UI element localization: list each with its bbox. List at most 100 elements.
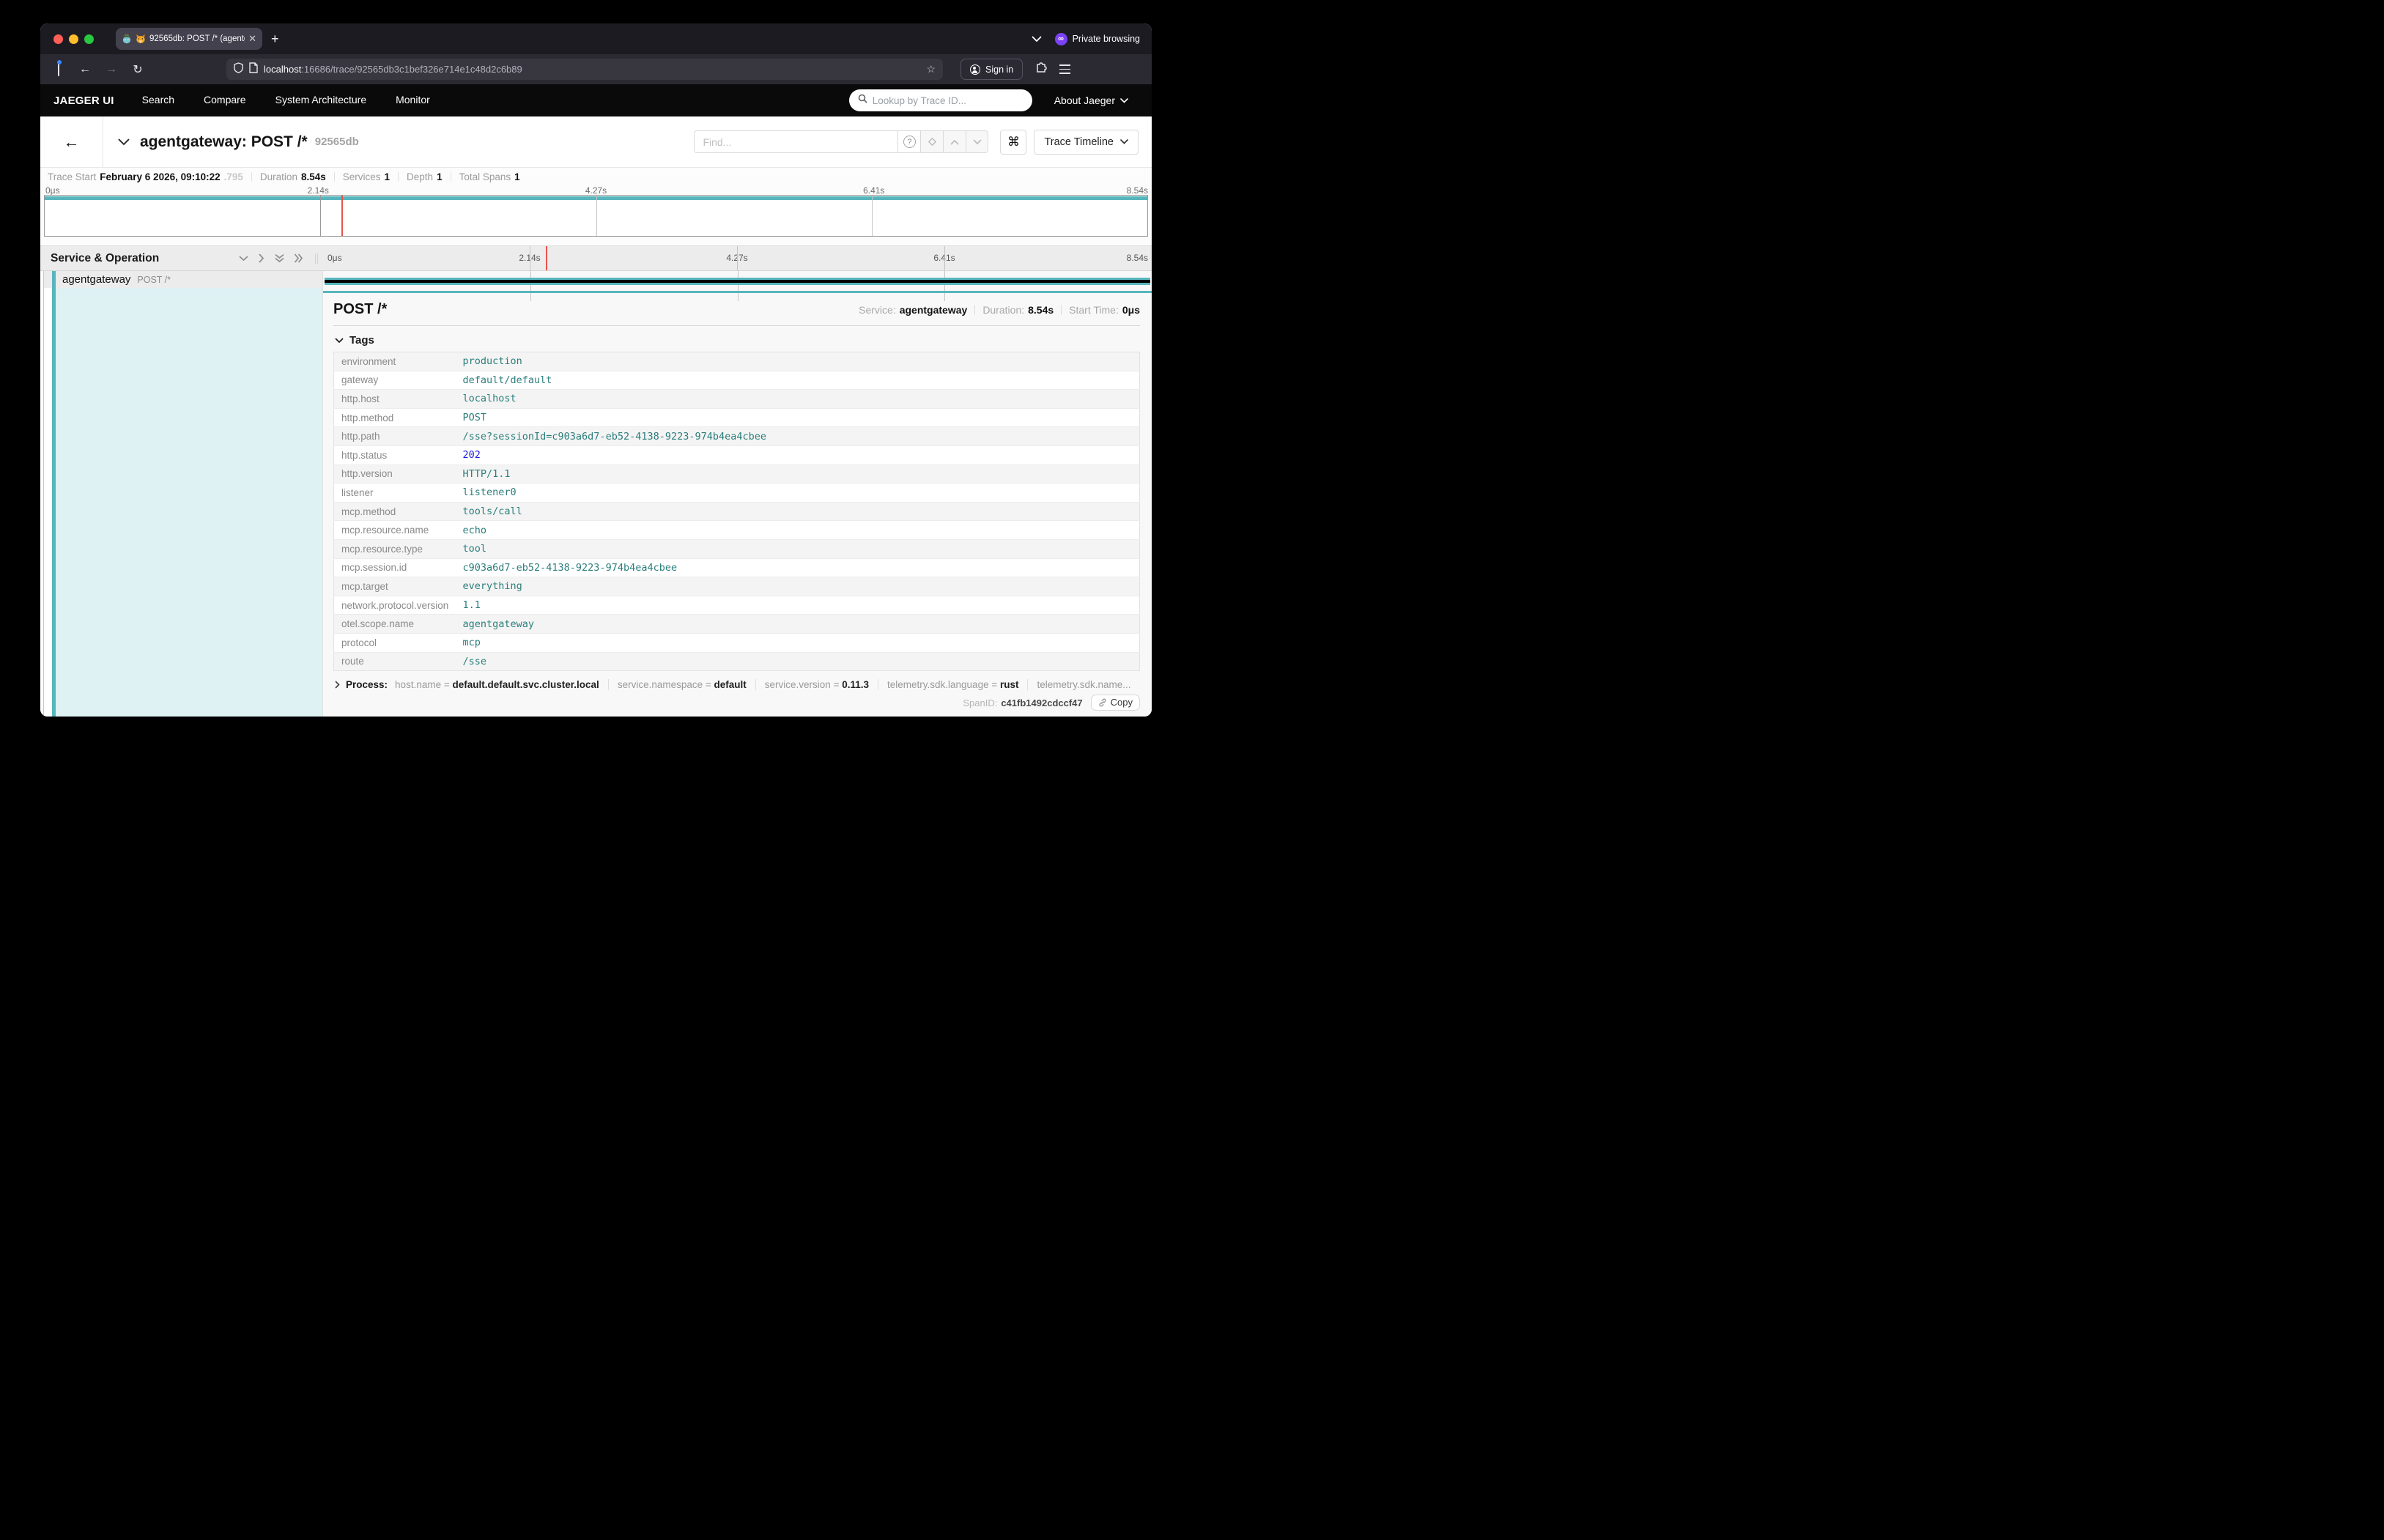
tag-value: 202: [463, 445, 1140, 464]
sign-in-button[interactable]: Sign in: [960, 59, 1023, 80]
forward-button[interactable]: →: [103, 63, 119, 76]
jaeger-brand[interactable]: JAEGER UI: [53, 95, 114, 107]
jaeger-nav-bar: JAEGER UI Search Compare System Architectu…: [40, 84, 1152, 116]
tag-row-mcp.target[interactable]: mcp.targeteverything: [334, 577, 1140, 596]
tag-value: everything: [463, 577, 1140, 596]
find-help-button[interactable]: ?: [897, 130, 920, 153]
collapse-all-chevron-down-icon[interactable]: [239, 256, 248, 262]
expand-one-chevron-right-icon[interactable]: [259, 253, 264, 263]
collapse-all-double-chevron-down-icon[interactable]: [275, 254, 284, 263]
service-value: agentgateway: [900, 304, 968, 316]
bookmark-star-icon[interactable]: ☆: [926, 63, 936, 75]
timeline-gridline: [944, 246, 945, 270]
tag-row-mcp.resource.type[interactable]: mcp.resource.typetool: [334, 539, 1140, 558]
tick-label: 8.54s: [1127, 253, 1148, 263]
tag-row-http.method[interactable]: http.methodPOST: [334, 408, 1140, 427]
column-resizer-handle[interactable]: [315, 253, 318, 264]
tag-row-http.status[interactable]: http.status202: [334, 445, 1140, 464]
tag-row-mcp.method[interactable]: mcp.methodtools/call: [334, 502, 1140, 521]
find-input[interactable]: [694, 130, 897, 153]
tag-value: echo: [463, 521, 1140, 540]
nav-item-compare[interactable]: Compare: [204, 94, 246, 105]
span-id-value: c41fb1492cdccf47: [1001, 697, 1082, 708]
tag-row-mcp.session.id[interactable]: mcp.session.idc903a6d7-eb52-4138-9223-97…: [334, 558, 1140, 577]
trace-id-lookup[interactable]: [849, 89, 1032, 111]
tag-key: mcp.target: [334, 577, 463, 596]
tags-table: environmentproductiongatewaydefault/defa…: [333, 352, 1140, 671]
process-section-toggle[interactable]: Process: host.name = default.default.svc…: [333, 675, 1140, 692]
page-info-icon[interactable]: [249, 62, 258, 77]
process-item-service-namespace: service.namespace = default: [608, 679, 755, 690]
about-jaeger-menu[interactable]: About Jaeger: [1054, 95, 1128, 106]
trace-title: agentgateway: POST /*: [140, 133, 308, 151]
new-tab-button[interactable]: +: [271, 32, 279, 47]
url-bar[interactable]: localhost:16686/trace/92565db3c1bef326e7…: [226, 59, 943, 80]
span-detail-accent-bar: [323, 291, 1152, 293]
private-browsing-mask-icon: ∞: [1055, 33, 1067, 45]
timeline-minimap[interactable]: [40, 195, 1152, 237]
tick-label: 8.54s: [1127, 185, 1148, 196]
browser-tab[interactable]: 92565db: POST /* (agentgate ✕: [116, 28, 262, 50]
search-icon: [858, 94, 867, 107]
minimize-window-button[interactable]: [69, 34, 78, 44]
tag-row-mcp.resource.name[interactable]: mcp.resource.nameecho: [334, 521, 1140, 540]
timeline-gridline: [320, 196, 321, 236]
tag-row-otel.scope.name[interactable]: otel.scope.nameagentgateway: [334, 615, 1140, 634]
shield-icon[interactable]: [234, 62, 243, 77]
tag-row-http.path[interactable]: http.path/sse?sessionId=c903a6d7-eb52-41…: [334, 427, 1140, 446]
collapse-trace-chevron-icon[interactable]: [118, 138, 130, 146]
tag-key: mcp.method: [334, 502, 463, 521]
tag-row-gateway[interactable]: gatewaydefault/default: [334, 371, 1140, 390]
browser-toolbar: ← → ↻ localhost:16686/trace/92565db3c1be…: [40, 54, 1152, 84]
trace-view-selector[interactable]: Trace Timeline: [1034, 130, 1139, 155]
extensions-puzzle-icon[interactable]: [1033, 62, 1049, 78]
expand-all-double-chevron-right-icon[interactable]: [295, 253, 303, 263]
copy-span-id-button[interactable]: Copy: [1091, 695, 1140, 711]
private-browsing-label: Private browsing: [1073, 34, 1140, 44]
tag-row-route[interactable]: route/sse: [334, 652, 1140, 671]
span-detail-panel: POST /* Service:agentgateway Duration:8.…: [322, 288, 1152, 717]
link-icon: [1098, 698, 1107, 707]
next-result-button[interactable]: [966, 130, 988, 153]
process-label: Process:: [346, 679, 388, 690]
tag-row-http.host[interactable]: http.hostlocalhost: [334, 390, 1140, 409]
trace-id-lookup-input[interactable]: [873, 95, 1023, 106]
nav-item-monitor[interactable]: Monitor: [396, 94, 430, 105]
maximize-window-button[interactable]: [84, 34, 94, 44]
back-to-search-button[interactable]: ←: [40, 116, 103, 167]
process-item-telemetry-sdk-language: telemetry.sdk.language = rust: [878, 679, 1027, 690]
reload-button[interactable]: ↻: [130, 62, 146, 77]
menu-hamburger-icon[interactable]: [1059, 64, 1076, 73]
firefox-view-icon[interactable]: [51, 63, 67, 76]
trace-start-value: February 6 2026, 09:10:22: [100, 171, 220, 182]
tag-row-listener[interactable]: listenerlistener0: [334, 484, 1140, 503]
tab-close-icon[interactable]: ✕: [248, 33, 256, 45]
tag-value: c903a6d7-eb52-4138-9223-974b4ea4cbee: [463, 558, 1140, 577]
focus-match-button[interactable]: [920, 130, 943, 153]
tag-value: tools/call: [463, 502, 1140, 521]
tag-row-network.protocol.version[interactable]: network.protocol.version1.1: [334, 596, 1140, 615]
tags-section-toggle[interactable]: Tags: [335, 334, 1140, 347]
nav-item-search[interactable]: Search: [142, 94, 174, 105]
keyboard-shortcuts-button[interactable]: ⌘: [1000, 130, 1026, 155]
close-window-button[interactable]: [53, 34, 63, 44]
span-operation-name: POST /*: [137, 275, 171, 285]
window-controls[interactable]: [53, 34, 94, 44]
span-row[interactable]: agentgateway POST /*: [40, 271, 1152, 288]
tag-value: localhost: [463, 390, 1140, 409]
timeline-gridline: [530, 288, 531, 301]
span-duration-bar[interactable]: [325, 278, 1150, 285]
tick-label: 0μs: [327, 253, 342, 263]
tag-row-protocol[interactable]: protocolmcp: [334, 633, 1140, 652]
tag-row-http.version[interactable]: http.versionHTTP/1.1: [334, 464, 1140, 484]
url-text[interactable]: localhost:16686/trace/92565db3c1bef326e7…: [264, 64, 920, 75]
prev-result-button[interactable]: [943, 130, 966, 153]
tag-key: http.version: [334, 464, 463, 484]
list-all-tabs-chevron-icon[interactable]: [1032, 36, 1042, 42]
span-service-name: agentgateway: [62, 273, 130, 286]
tag-key: http.status: [334, 445, 463, 464]
back-button[interactable]: ←: [77, 63, 93, 76]
nav-item-system-architecture[interactable]: System Architecture: [275, 94, 367, 105]
tag-row-environment[interactable]: environmentproduction: [334, 352, 1140, 371]
services-value: 1: [385, 171, 390, 182]
